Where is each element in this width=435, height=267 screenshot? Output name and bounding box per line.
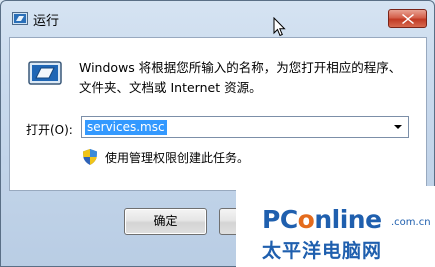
watermark-brand-o: o [297,205,315,234]
run-app-icon [12,12,28,25]
close-button[interactable] [388,9,427,28]
close-icon [402,14,414,24]
mouse-cursor-icon [273,17,286,37]
watermark-brand-suffix: nline [314,205,382,234]
run-program-icon [28,61,62,85]
open-input[interactable]: services.msc [85,120,167,135]
dropdown-arrow-icon[interactable] [394,125,402,129]
watermark-chinese: 太平洋电脑网 [262,240,383,262]
watermark-logo: PConline [262,205,382,234]
watermark-domain: .com.cn [391,217,431,228]
dialog-content: Windows 将根据您所输入的名称，为您打开相应的程序、文件夹、文档或 Int… [9,37,427,191]
open-combobox[interactable]: services.msc [81,116,409,138]
watermark-brand-prefix: PC [262,205,298,234]
dialog-description: Windows 将根据您所输入的名称，为您打开相应的程序、文件夹、文档或 Int… [79,60,402,95]
title-bar[interactable]: 运行 [1,1,434,37]
ok-button[interactable]: 确定 [124,208,207,235]
admin-privilege-note: 使用管理权限创建此任务。 [105,151,250,165]
window-title: 运行 [33,14,60,29]
open-label: 打开(O): [26,123,73,137]
shield-icon [83,149,97,165]
